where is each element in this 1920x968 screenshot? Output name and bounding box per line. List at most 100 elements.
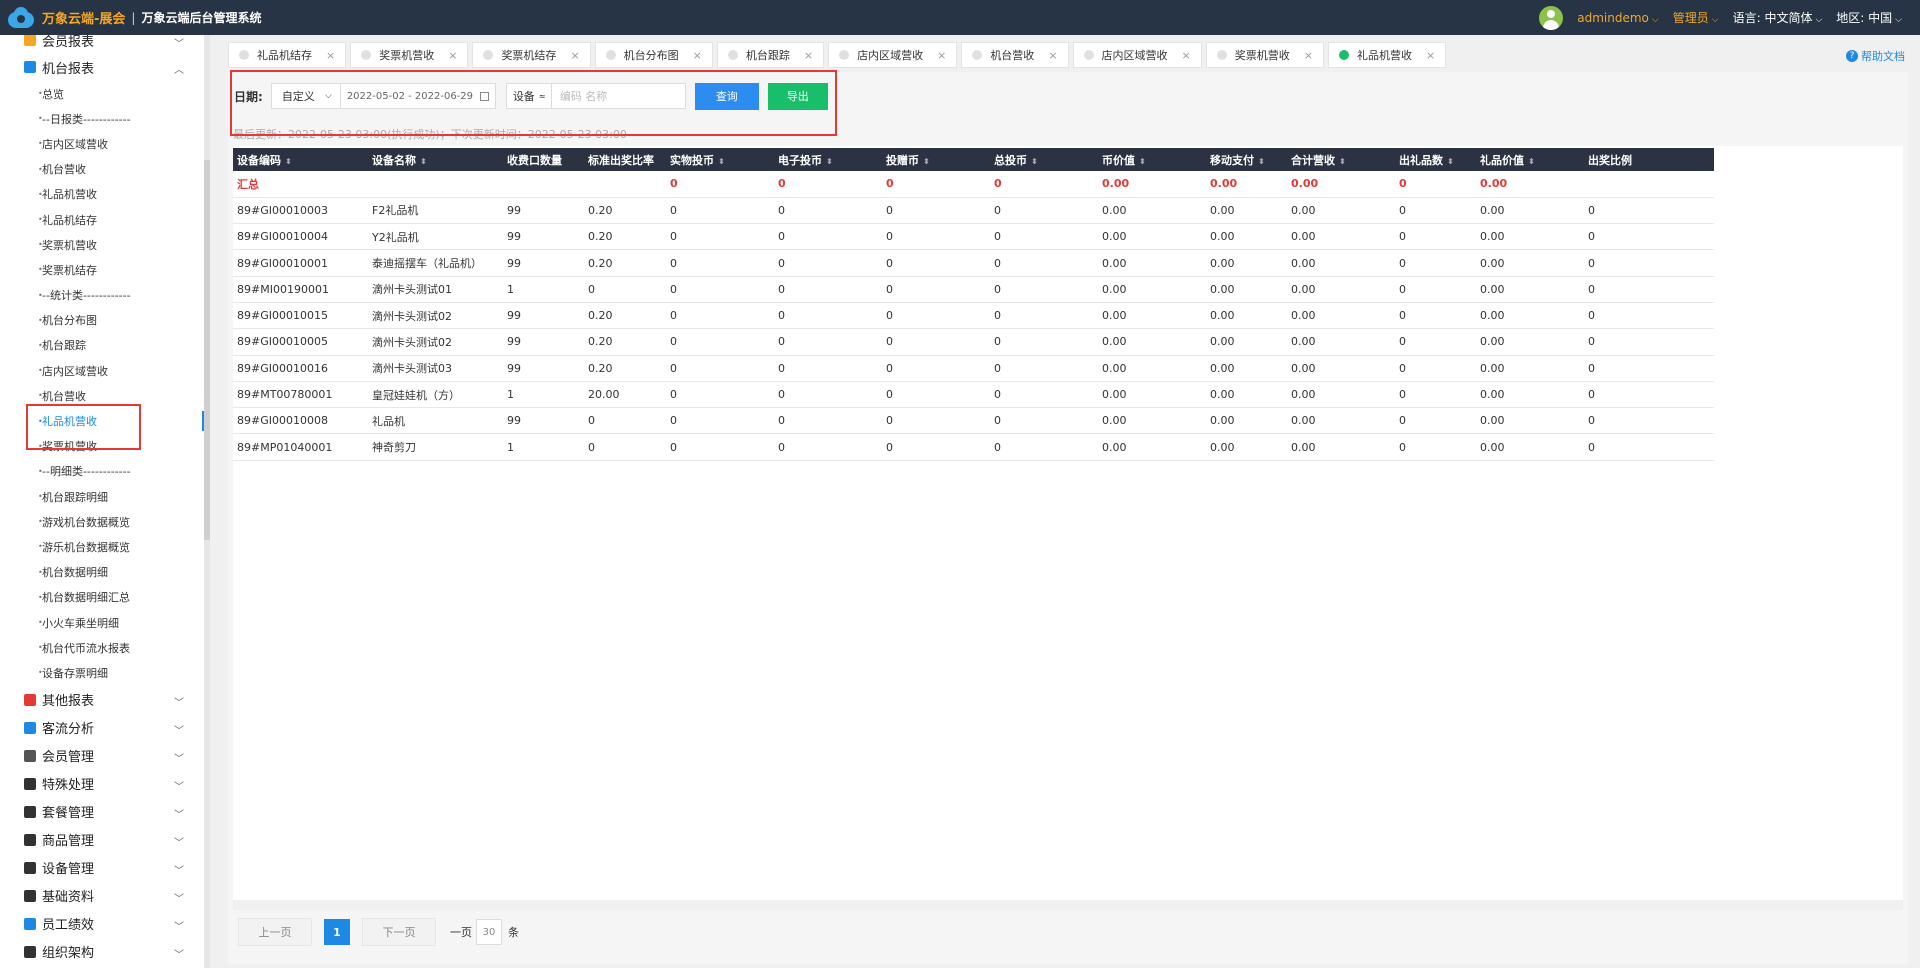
- sidebar-item[interactable]: 游乐机台数据概览: [0, 534, 210, 559]
- horizontal-scrollbar[interactable]: [233, 900, 1903, 910]
- sort-icon[interactable]: ⬍: [826, 157, 833, 166]
- tab[interactable]: 奖票机结存 ×: [472, 42, 591, 68]
- menu-group-9[interactable]: 组织架构 ﹀: [0, 938, 210, 966]
- column-header[interactable]: 设备编码 ⬍: [233, 148, 368, 171]
- menu-group-8[interactable]: 员工绩效 ﹀: [0, 910, 210, 938]
- sort-icon[interactable]: ⬍: [923, 157, 930, 166]
- column-header[interactable]: 币价值 ⬍: [1098, 148, 1206, 171]
- table-row[interactable]: 89#GI00010001 泰迪摇摆车（礼品机） 99 0.20 0 0 0 0 0.00 0.0…: [233, 249, 1714, 277]
- prev-page-button[interactable]: 上一页: [238, 918, 312, 946]
- sidebar-item[interactable]: 机台数据明细汇总: [0, 585, 210, 610]
- tab[interactable]: 礼品机营收 ×: [1327, 42, 1447, 68]
- menu-group-3[interactable]: 特殊处理 ﹀: [0, 770, 210, 798]
- next-page-button[interactable]: 下一页: [362, 918, 436, 946]
- page-size-input[interactable]: 30: [476, 919, 502, 945]
- sort-icon[interactable]: ⬍: [718, 157, 725, 166]
- sidebar-item[interactable]: 礼品机营收: [0, 182, 210, 207]
- sidebar-item[interactable]: 设备存票明细: [0, 660, 210, 685]
- tab[interactable]: 礼品机结存 ×: [228, 42, 347, 68]
- sidebar-item[interactable]: 机台数据明细: [0, 560, 210, 585]
- column-header[interactable]: 合计营收 ⬍: [1287, 148, 1395, 171]
- close-icon[interactable]: ×: [937, 49, 946, 62]
- sidebar-item[interactable]: 总览: [0, 81, 210, 106]
- sidebar-item[interactable]: 机台营收: [0, 157, 210, 182]
- menu-group-2[interactable]: 会员管理 ﹀: [0, 742, 210, 770]
- table-row[interactable]: 89#MI00190001 滴州卡头测试01 1 0 0 0 0 0 0.00 0.00 0.00 0…: [233, 276, 1714, 303]
- region-menu[interactable]: 地区: 中国 ⌵: [1836, 9, 1902, 26]
- column-header[interactable]: 出奖比例: [1584, 148, 1714, 171]
- sidebar-item[interactable]: 游戏机台数据概览: [0, 509, 210, 534]
- tab[interactable]: 店内区域营收 ×: [828, 42, 958, 68]
- table-row[interactable]: 89#MT00780001 皇冠娃娃机（方） 1 20.00 0 0 0 0 0.00 0.00 0…: [233, 381, 1714, 409]
- tab[interactable]: 机台营收 ×: [961, 42, 1069, 68]
- user-menu[interactable]: admindemo ⌵: [1577, 11, 1658, 25]
- sidebar-item[interactable]: 机台分布图: [0, 308, 210, 333]
- close-icon[interactable]: ×: [693, 49, 702, 62]
- table-row[interactable]: 89#GI00010005 滴州卡头测试02 99 0.20 0 0 0 0 0.00 0.00 0…: [233, 328, 1714, 356]
- column-header[interactable]: 出礼品数 ⬍: [1395, 148, 1476, 171]
- sidebar-item[interactable]: 店内区域营收: [0, 131, 210, 156]
- sidebar-item[interactable]: --明细类------------: [0, 459, 210, 484]
- sort-icon[interactable]: ⬍: [420, 157, 427, 166]
- column-header[interactable]: 投赠币 ⬍: [882, 148, 990, 171]
- sidebar-item[interactable]: 店内区域营收: [0, 358, 210, 383]
- sort-icon[interactable]: ⬍: [1139, 157, 1146, 166]
- table-row[interactable]: 89#GI00010003 F2礼品机 99 0.20 0 0 0 0 0.00 0.00 0.00…: [233, 197, 1714, 225]
- tab[interactable]: 店内区域营收 ×: [1072, 42, 1202, 68]
- scrollbar-thumb[interactable]: [204, 160, 210, 540]
- sort-icon[interactable]: ⬍: [285, 157, 292, 166]
- column-header[interactable]: 收费口数量: [503, 148, 584, 171]
- column-header[interactable]: 实物投币 ⬍: [666, 148, 774, 171]
- logo[interactable]: 万象云端-展会 | 万象云端后台管理系统: [8, 6, 261, 29]
- table-row[interactable]: 89#GI00010015 滴州卡头测试02 99 0.20 0 0 0 0 0.00 0.00 0…: [233, 302, 1714, 330]
- close-icon[interactable]: ×: [570, 49, 579, 62]
- tab[interactable]: 机台分布图 ×: [594, 42, 713, 68]
- column-header[interactable]: 礼品价值 ⬍: [1476, 148, 1584, 171]
- menu-group-0[interactable]: 会员报表 ﹀: [0, 35, 210, 53]
- column-header[interactable]: 设备名称 ⬍: [368, 148, 503, 171]
- sidebar-item[interactable]: 小火车乘坐明细: [0, 610, 210, 635]
- menu-group-6[interactable]: 设备管理 ﹀: [0, 854, 210, 882]
- table-row[interactable]: 89#GI00010016 滴州卡头测试03 99 0.20 0 0 0 0 0.00 0.00 0…: [233, 355, 1714, 382]
- column-header[interactable]: 总投币 ⬍: [990, 148, 1098, 171]
- close-icon[interactable]: ×: [1048, 49, 1057, 62]
- sort-icon[interactable]: ⬍: [1258, 157, 1265, 166]
- sidebar-item[interactable]: 奖票机营收: [0, 232, 210, 257]
- current-page-button[interactable]: 1: [324, 919, 350, 945]
- close-icon[interactable]: ×: [1426, 49, 1435, 62]
- sort-icon[interactable]: ⬍: [1031, 157, 1038, 166]
- sidebar-item[interactable]: 机台跟踪: [0, 333, 210, 358]
- table-row[interactable]: 89#GI00010004 Y2礼品机 99 0.20 0 0 0 0 0.00 0.00 0.00…: [233, 223, 1714, 251]
- sidebar-item[interactable]: --日报类------------: [0, 106, 210, 131]
- close-icon[interactable]: ×: [326, 49, 335, 62]
- column-header[interactable]: 移动支付 ⬍: [1206, 148, 1287, 171]
- menu-group-4[interactable]: 套餐管理 ﹀: [0, 798, 210, 826]
- close-icon[interactable]: ×: [1304, 49, 1313, 62]
- column-header[interactable]: 电子投币 ⬍: [774, 148, 882, 171]
- menu-group-5[interactable]: 商品管理 ﹀: [0, 826, 210, 854]
- table-row[interactable]: 89#GI00010008 礼品机 99 0 0 0 0 0 0.00 0.00 0.00 0 0.00…: [233, 407, 1714, 435]
- sidebar-item[interactable]: 机台代币流水报表: [0, 635, 210, 660]
- sidebar-scrollbar[interactable]: [204, 35, 210, 968]
- sidebar-item[interactable]: --统计类------------: [0, 283, 210, 308]
- sort-icon[interactable]: ⬍: [1339, 157, 1346, 166]
- sort-icon[interactable]: ⬍: [1447, 157, 1454, 166]
- sidebar-item[interactable]: 礼品机结存: [0, 207, 210, 232]
- tab[interactable]: 奖票机营收 ×: [350, 42, 469, 68]
- sort-icon[interactable]: ⬍: [1528, 157, 1535, 166]
- role-menu[interactable]: 管理员 ⌵: [1673, 9, 1719, 26]
- sidebar-item[interactable]: 机台跟踪明细: [0, 484, 210, 509]
- close-icon[interactable]: ×: [1182, 49, 1191, 62]
- close-icon[interactable]: ×: [804, 49, 813, 62]
- language-menu[interactable]: 语言: 中文简体 ⌵: [1733, 9, 1823, 26]
- menu-group-0[interactable]: 其他报表 ﹀: [0, 686, 210, 714]
- tab[interactable]: 奖票机营收 ×: [1205, 42, 1324, 68]
- help-link[interactable]: ? 帮助文档: [1846, 48, 1905, 64]
- user-avatar-icon[interactable]: [1539, 5, 1564, 30]
- tab[interactable]: 机台跟踪 ×: [716, 42, 825, 68]
- table-row[interactable]: 89#MP01040001 神奇剪刀 1 0 0 0 0 0 0.00 0.00 0.00 0 0.00…: [233, 433, 1714, 461]
- menu-group-1[interactable]: 机台报表 ︿: [0, 53, 210, 81]
- menu-group-7[interactable]: 基础资料 ﹀: [0, 882, 210, 910]
- sidebar-item[interactable]: 奖票机结存: [0, 257, 210, 282]
- close-icon[interactable]: ×: [448, 49, 457, 62]
